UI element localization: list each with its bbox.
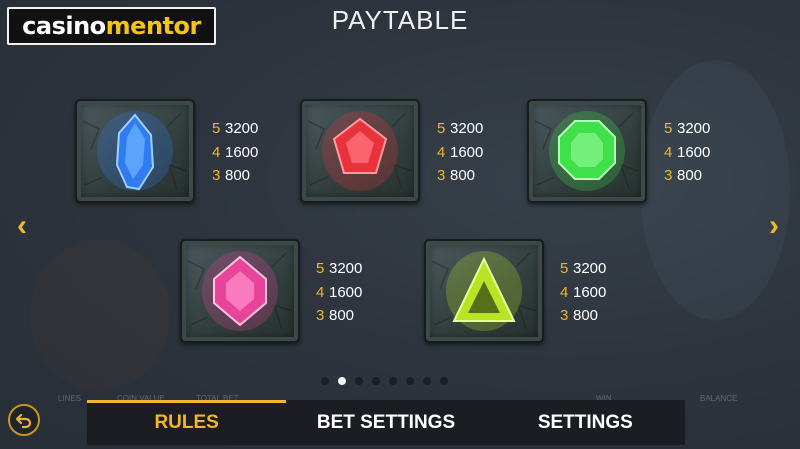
match-count: 5 bbox=[316, 260, 325, 277]
payout-value: 800 bbox=[677, 167, 703, 184]
page-indicator bbox=[321, 377, 448, 385]
payout-row: 4 1600 bbox=[316, 281, 362, 305]
payout-value: 800 bbox=[450, 167, 476, 184]
payout-list-blue-gem: 5 3200 4 1600 3 800 bbox=[212, 117, 258, 188]
payout-row: 5 3200 bbox=[437, 117, 483, 141]
payout-value: 1600 bbox=[573, 283, 607, 301]
payout-value: 800 bbox=[225, 167, 251, 184]
match-count: 4 bbox=[316, 283, 325, 301]
chevron-left-icon[interactable]: ‹ bbox=[10, 211, 34, 241]
payout-value: 800 bbox=[329, 307, 355, 324]
back-arrow-icon[interactable] bbox=[8, 404, 40, 436]
match-count: 3 bbox=[437, 167, 446, 184]
match-count: 3 bbox=[664, 167, 673, 184]
symbol-tile-lime-gem bbox=[424, 239, 544, 343]
payout-value: 1600 bbox=[450, 143, 484, 161]
payout-row: 3 800 bbox=[560, 304, 606, 328]
payout-value: 1600 bbox=[225, 143, 259, 161]
green-gem-icon bbox=[534, 111, 640, 191]
match-count: 4 bbox=[664, 143, 673, 161]
blue-gem-icon bbox=[82, 111, 188, 191]
match-count: 3 bbox=[560, 307, 569, 324]
symbol-tile-blue-gem bbox=[75, 99, 195, 203]
page-dot[interactable] bbox=[372, 377, 380, 385]
match-count: 3 bbox=[212, 167, 221, 184]
payout-list-pink-gem: 5 3200 4 1600 3 800 bbox=[316, 257, 362, 328]
payout-row: 5 3200 bbox=[560, 257, 606, 281]
payout-value: 3200 bbox=[450, 120, 484, 137]
pink-gem-icon bbox=[187, 251, 293, 331]
page-dot[interactable] bbox=[440, 377, 448, 385]
match-count: 4 bbox=[437, 143, 446, 161]
payout-row: 3 800 bbox=[212, 164, 258, 188]
chevron-right-icon[interactable]: › bbox=[762, 211, 786, 241]
payout-row: 3 800 bbox=[437, 164, 483, 188]
symbol-tile-pink-gem bbox=[180, 239, 300, 343]
payout-value: 1600 bbox=[677, 143, 711, 161]
payout-row: 5 3200 bbox=[664, 117, 710, 141]
payout-row: 4 1600 bbox=[664, 141, 710, 165]
page-title: PAYTABLE bbox=[331, 5, 469, 35]
bottom-menu-tabs: RULES BET SETTINGS SETTINGS bbox=[87, 400, 685, 445]
payout-value: 3200 bbox=[225, 120, 259, 137]
payout-value: 3200 bbox=[677, 120, 711, 137]
match-count: 3 bbox=[316, 307, 325, 324]
lines-label: LINES bbox=[58, 394, 82, 403]
page-dot[interactable] bbox=[423, 377, 431, 385]
tab-settings[interactable]: SETTINGS bbox=[486, 400, 685, 445]
payout-value: 1600 bbox=[329, 283, 363, 301]
payout-row: 4 1600 bbox=[212, 141, 258, 165]
tab-rules[interactable]: RULES bbox=[87, 400, 287, 445]
match-count: 4 bbox=[212, 143, 221, 161]
tab-bet-settings[interactable]: BET SETTINGS bbox=[286, 400, 485, 445]
page-dot[interactable] bbox=[338, 377, 346, 385]
payout-row: 4 1600 bbox=[560, 281, 606, 305]
match-count: 5 bbox=[560, 260, 569, 277]
match-count: 5 bbox=[664, 120, 673, 137]
payout-row: 5 3200 bbox=[316, 257, 362, 281]
payout-row: 4 1600 bbox=[437, 141, 483, 165]
payout-list-green-gem: 5 3200 4 1600 3 800 bbox=[664, 117, 710, 188]
match-count: 4 bbox=[560, 283, 569, 301]
match-count: 5 bbox=[212, 120, 221, 137]
match-count: 5 bbox=[437, 120, 446, 137]
payout-row: 3 800 bbox=[664, 164, 710, 188]
payout-row: 5 3200 bbox=[212, 117, 258, 141]
symbol-tile-green-gem bbox=[527, 99, 647, 203]
payout-list-lime-gem: 5 3200 4 1600 3 800 bbox=[560, 257, 606, 328]
payout-row: 3 800 bbox=[316, 304, 362, 328]
payout-list-red-gem: 5 3200 4 1600 3 800 bbox=[437, 117, 483, 188]
lime-gem-icon bbox=[431, 251, 537, 331]
back-arrow-glyph bbox=[15, 413, 32, 429]
balance-label: BALANCE bbox=[700, 394, 738, 403]
symbol-tile-red-gem bbox=[300, 99, 420, 203]
red-gem-icon bbox=[307, 111, 413, 191]
page-dot[interactable] bbox=[355, 377, 363, 385]
page-dot[interactable] bbox=[321, 377, 329, 385]
payout-value: 3200 bbox=[329, 260, 363, 277]
payout-value: 3200 bbox=[573, 260, 607, 277]
payout-value: 800 bbox=[573, 307, 599, 324]
page-dot[interactable] bbox=[406, 377, 414, 385]
page-dot[interactable] bbox=[389, 377, 397, 385]
